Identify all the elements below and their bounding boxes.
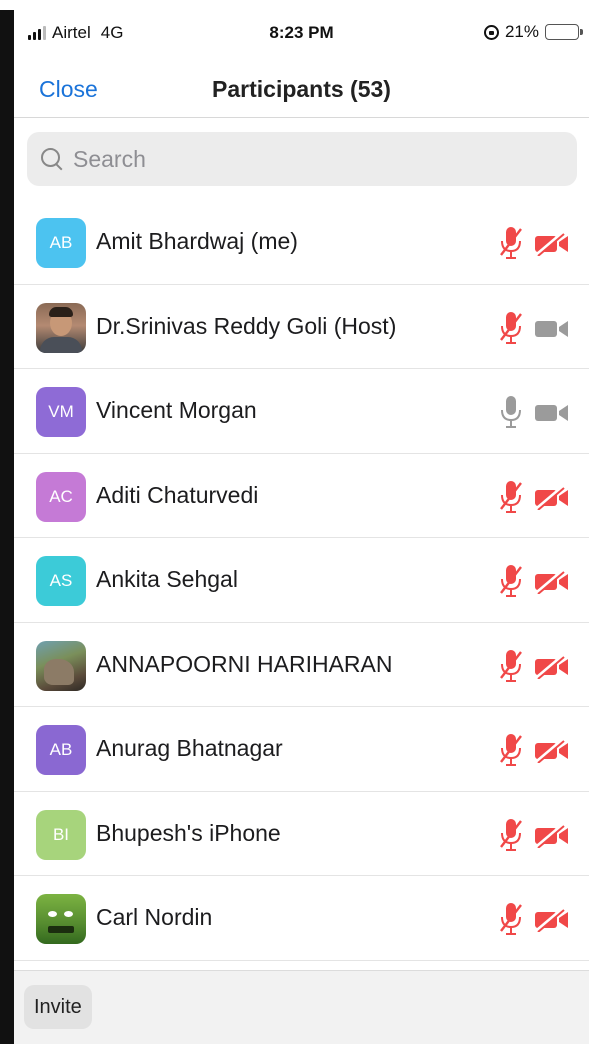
participant-row[interactable]: Carl Nordin bbox=[14, 876, 589, 961]
top-strip bbox=[0, 0, 589, 10]
video-off-icon[interactable] bbox=[534, 485, 570, 511]
video-icon[interactable] bbox=[534, 401, 570, 425]
avatar-initials: BI bbox=[52, 824, 70, 844]
avatar-initials: AS bbox=[49, 571, 73, 590]
participants-screen: Airtel 4G 8:23 PM 21% Close Participants… bbox=[14, 10, 589, 1044]
mic-muted-icon[interactable] bbox=[499, 648, 523, 684]
nav-bar: Close Participants (53) bbox=[14, 56, 589, 118]
participant-list: AB Amit Bhardwaj (me) Dr.Srinivas Reddy Go… bbox=[14, 200, 589, 961]
rotation-lock-icon bbox=[483, 24, 499, 40]
mic-icon[interactable] bbox=[499, 394, 523, 430]
participant-row[interactable]: AB Anurag Bhatnagar bbox=[14, 707, 589, 792]
video-off-icon[interactable] bbox=[534, 231, 570, 257]
avatar-initials: AB bbox=[49, 233, 73, 252]
participant-row[interactable]: AC Aditi Chaturvedi bbox=[14, 454, 589, 538]
avatar: VM bbox=[36, 387, 86, 437]
participant-name: Anurag Bhatnagar bbox=[96, 735, 283, 761]
participant-row[interactable]: Dr.Srinivas Reddy Goli (Host) bbox=[14, 285, 589, 369]
avatar: AB bbox=[36, 725, 86, 775]
participant-name: Dr.Srinivas Reddy Goli (Host) bbox=[96, 312, 397, 339]
participant-name: Amit Bhardwaj (me) bbox=[96, 228, 298, 254]
avatar-initials: AC bbox=[49, 486, 73, 506]
status-right: 21% bbox=[483, 22, 583, 42]
avatar-initials: VM bbox=[48, 402, 74, 421]
participant-name: ANNAPOORNI HARIHARAN bbox=[96, 650, 393, 677]
avatar bbox=[36, 894, 86, 944]
avatar: AB bbox=[36, 218, 86, 268]
invite-button[interactable]: Invite bbox=[24, 985, 92, 1029]
avatar-initials: AB bbox=[49, 740, 73, 759]
avatar: AC bbox=[36, 471, 86, 522]
search-icon bbox=[39, 146, 65, 172]
search-bar[interactable] bbox=[27, 132, 577, 186]
battery-percent: 21% bbox=[504, 22, 539, 41]
screen-edge bbox=[0, 10, 14, 1044]
participant-row[interactable]: BI Bhupesh's iPhone bbox=[14, 792, 589, 876]
participant-name: Bhupesh's iPhone bbox=[96, 819, 281, 846]
participant-name: Ankita Sehgal bbox=[96, 566, 238, 592]
video-off-icon[interactable] bbox=[534, 654, 570, 680]
video-off-icon[interactable] bbox=[534, 738, 570, 764]
search-input[interactable] bbox=[73, 145, 553, 173]
mic-muted-icon[interactable] bbox=[499, 901, 523, 937]
participant-row[interactable]: AB Amit Bhardwaj (me) bbox=[14, 200, 589, 285]
participant-name: Aditi Chaturvedi bbox=[96, 481, 259, 508]
video-off-icon[interactable] bbox=[534, 823, 570, 849]
mic-muted-icon[interactable] bbox=[499, 225, 523, 261]
participant-name: Carl Nordin bbox=[96, 904, 213, 930]
avatar bbox=[36, 640, 86, 691]
video-icon[interactable] bbox=[534, 317, 570, 341]
participant-row[interactable]: VM Vincent Morgan bbox=[14, 369, 589, 454]
status-bar: Airtel 4G 8:23 PM 21% bbox=[14, 10, 589, 56]
participant-name: Vincent Morgan bbox=[96, 397, 257, 423]
avatar: BI bbox=[36, 809, 86, 860]
mic-muted-icon[interactable] bbox=[499, 479, 523, 515]
avatar bbox=[36, 302, 86, 353]
mic-muted-icon[interactable] bbox=[499, 310, 523, 346]
mic-muted-icon[interactable] bbox=[499, 732, 523, 768]
bottom-bar: Invite bbox=[14, 970, 589, 1044]
avatar: AS bbox=[36, 556, 86, 606]
page-title: Participants (53) bbox=[212, 76, 391, 102]
video-off-icon[interactable] bbox=[534, 569, 570, 595]
video-off-icon[interactable] bbox=[534, 907, 570, 933]
participant-row[interactable]: AS Ankita Sehgal bbox=[14, 538, 589, 623]
mic-muted-icon[interactable] bbox=[499, 563, 523, 599]
battery-icon bbox=[545, 24, 583, 40]
participant-row[interactable]: ANNAPOORNI HARIHARAN bbox=[14, 623, 589, 707]
mic-muted-icon[interactable] bbox=[499, 817, 523, 853]
